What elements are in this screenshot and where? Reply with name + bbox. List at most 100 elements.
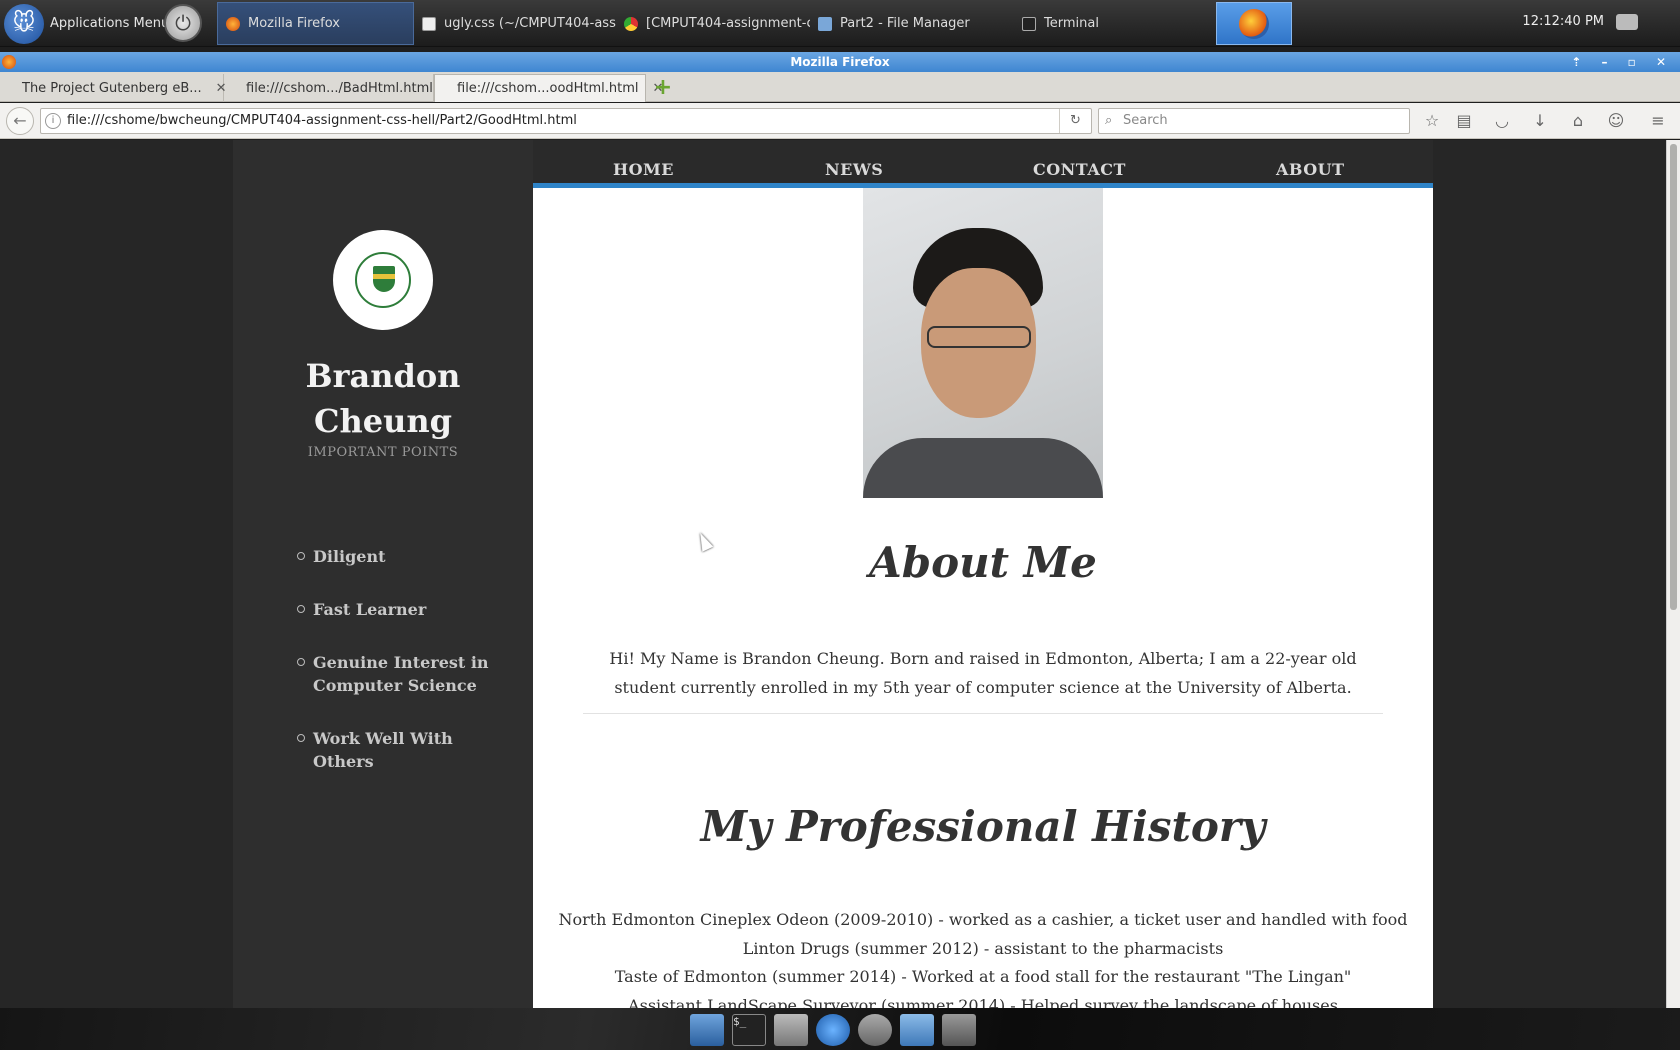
- site-navigation: HOME NEWS CONTACT ABOUT: [533, 140, 1433, 188]
- url-text: file:///cshome/bwcheung/CMPUT404-assignm…: [67, 113, 577, 128]
- point-label: Fast Learner: [313, 600, 427, 619]
- hamburger-menu-icon[interactable]: ≡: [1648, 111, 1668, 131]
- applications-menu-button[interactable]: 🐭 Applications Menu: [0, 0, 169, 47]
- crest-band: [373, 274, 395, 279]
- web-page: Brandon Cheung IMPORTANT POINTS Diligent…: [0, 140, 1666, 1008]
- url-bar[interactable]: i file:///cshome/bwcheung/CMPUT404-assig…: [40, 108, 1092, 134]
- search-input[interactable]: ⌕ Search: [1098, 108, 1410, 134]
- list-item: Genuine Interest in Computer Science: [297, 651, 493, 697]
- home-folder-icon[interactable]: [774, 1014, 808, 1046]
- university-logo: [333, 230, 433, 330]
- clock[interactable]: 12:12:40 PM: [1522, 14, 1604, 29]
- new-tab-plus-icon[interactable]: +: [652, 77, 674, 99]
- lock-screen-icon[interactable]: [942, 1014, 976, 1046]
- search-icon: ⌕: [1105, 113, 1113, 128]
- chrome-icon: [624, 16, 638, 31]
- task-chrome[interactable]: [CMPUT404-assignment-c...: [616, 2, 810, 45]
- network-icon[interactable]: [1616, 14, 1638, 30]
- name-first: Brandon: [305, 357, 461, 395]
- list-item: Linton Drugs (summer 2012) - assistant t…: [742, 938, 1224, 958]
- reload-icon[interactable]: ↻: [1059, 109, 1091, 133]
- nav-link-home[interactable]: HOME: [613, 160, 674, 179]
- bookmarks-list-icon[interactable]: ▤: [1454, 111, 1474, 131]
- circle-bullet-icon: [297, 658, 305, 666]
- tab-label: file:///cshom.../BadHtml.html: [246, 80, 433, 96]
- search-placeholder: Search: [1123, 113, 1168, 128]
- history-list: North Edmonton Cineplex Odeon (2009-2010…: [533, 906, 1433, 1008]
- text-editor-icon: [422, 16, 436, 31]
- firefox-launcher-button[interactable]: [1216, 2, 1292, 45]
- university-crest-icon: [355, 252, 411, 308]
- list-item: Work Well With Others: [297, 727, 493, 773]
- main-content: About Me Hi! My Name is Brandon Cheung. …: [533, 188, 1433, 1008]
- sidebar: Brandon Cheung IMPORTANT POINTS Diligent…: [233, 140, 533, 1008]
- folder-icon[interactable]: [900, 1014, 934, 1046]
- about-heading: About Me: [869, 538, 1097, 587]
- tab-strip: The Project Gutenberg eB... ✕ file:///cs…: [0, 72, 1680, 102]
- terminal-icon[interactable]: $_: [732, 1014, 766, 1046]
- list-item: Diligent: [297, 545, 493, 568]
- search-magnifier-icon[interactable]: [858, 1014, 892, 1046]
- list-item: Assistant LandScape Surveyor (summer 201…: [628, 995, 1338, 1009]
- nav-link-about[interactable]: ABOUT: [1276, 160, 1345, 179]
- list-item: Fast Learner: [297, 598, 493, 621]
- sidebar-subtitle: IMPORTANT POINTS: [307, 445, 459, 460]
- scrollbar-thumb[interactable]: [1670, 144, 1677, 610]
- point-label: Genuine Interest in Computer Science: [313, 653, 489, 695]
- task-label: Terminal: [1044, 16, 1099, 31]
- circle-bullet-icon: [297, 734, 305, 742]
- page-scrollbar[interactable]: [1666, 140, 1680, 1008]
- task-terminal[interactable]: Terminal: [1014, 2, 1210, 45]
- firefox-icon: [226, 16, 240, 31]
- navigation-bar: ← i file:///cshome/bwcheung/CMPUT404-ass…: [0, 103, 1680, 139]
- terminal-icon: [1022, 16, 1036, 31]
- chat-bubble-icon[interactable]: ☺: [1606, 111, 1626, 131]
- power-icon[interactable]: ⏻: [164, 4, 202, 42]
- back-arrow-icon[interactable]: ←: [6, 107, 34, 135]
- task-firefox[interactable]: Mozilla Firefox: [217, 2, 414, 45]
- tab-label: file:///cshom...oodHtml.html: [457, 81, 639, 96]
- bookmark-star-icon[interactable]: ☆: [1422, 111, 1442, 131]
- web-browser-icon[interactable]: [816, 1014, 850, 1046]
- window-title: Mozilla Firefox: [790, 55, 890, 69]
- task-label: ugly.css (~/CMPUT404-ass...: [444, 16, 616, 31]
- home-icon[interactable]: ⌂: [1568, 111, 1588, 131]
- download-arrow-icon[interactable]: ↓: [1530, 111, 1550, 131]
- profile-photo: [863, 188, 1103, 498]
- task-ugly-css[interactable]: ugly.css (~/CMPUT404-ass...: [414, 2, 616, 45]
- important-points-list: Diligent Fast Learner Genuine Interest i…: [297, 545, 493, 803]
- task-label: Mozilla Firefox: [248, 16, 340, 31]
- nav-link-news[interactable]: NEWS: [825, 160, 883, 179]
- list-item: North Edmonton Cineplex Odeon (2009-2010…: [558, 910, 1408, 929]
- tab-label: The Project Gutenberg eB...: [22, 80, 202, 96]
- tab-gutenberg[interactable]: The Project Gutenberg eB... ✕: [0, 74, 227, 102]
- photo-shirt: [863, 438, 1103, 498]
- tab-good-html[interactable]: file:///cshom...oodHtml.html ✕: [434, 74, 663, 102]
- tab-bad-html[interactable]: file:///cshom.../BadHtml.html ✕: [224, 74, 458, 102]
- name-last: Cheung: [314, 402, 452, 440]
- task-file-manager[interactable]: Part2 - File Manager: [810, 2, 1014, 45]
- applications-menu-label: Applications Menu: [50, 16, 170, 31]
- window-title-bar[interactable]: Mozilla Firefox ⇡ – ▫ ✕: [0, 52, 1680, 72]
- firefox-icon: [1239, 8, 1269, 39]
- divider: [583, 713, 1383, 714]
- top-panel: 🐭 Applications Menu ⏻ Mozilla Firefox ug…: [0, 0, 1680, 47]
- history-heading: My Professional History: [700, 802, 1266, 851]
- profile-name: Brandon Cheung: [233, 354, 533, 444]
- task-label: [CMPUT404-assignment-c...: [646, 16, 810, 31]
- info-icon[interactable]: i: [45, 113, 61, 129]
- firefox-icon: [2, 55, 16, 69]
- pocket-icon[interactable]: ◡: [1492, 111, 1512, 131]
- task-label: Part2 - File Manager: [840, 16, 970, 31]
- point-label: Diligent: [313, 547, 386, 566]
- show-desktop-icon[interactable]: [690, 1014, 724, 1046]
- nav-link-contact[interactable]: CONTACT: [1033, 160, 1126, 179]
- xfce-mouse-icon: 🐭: [4, 3, 44, 44]
- dock: $_: [690, 1012, 990, 1048]
- folder-icon: [818, 16, 832, 31]
- window-controls[interactable]: ⇡ – ▫ ✕: [1571, 52, 1674, 72]
- list-item: Taste of Edmonton (summer 2014) - Worked…: [614, 967, 1352, 986]
- photo-glasses: [927, 326, 1031, 348]
- circle-bullet-icon: [297, 552, 305, 560]
- about-paragraph: Hi! My Name is Brandon Cheung. Born and …: [609, 649, 1357, 697]
